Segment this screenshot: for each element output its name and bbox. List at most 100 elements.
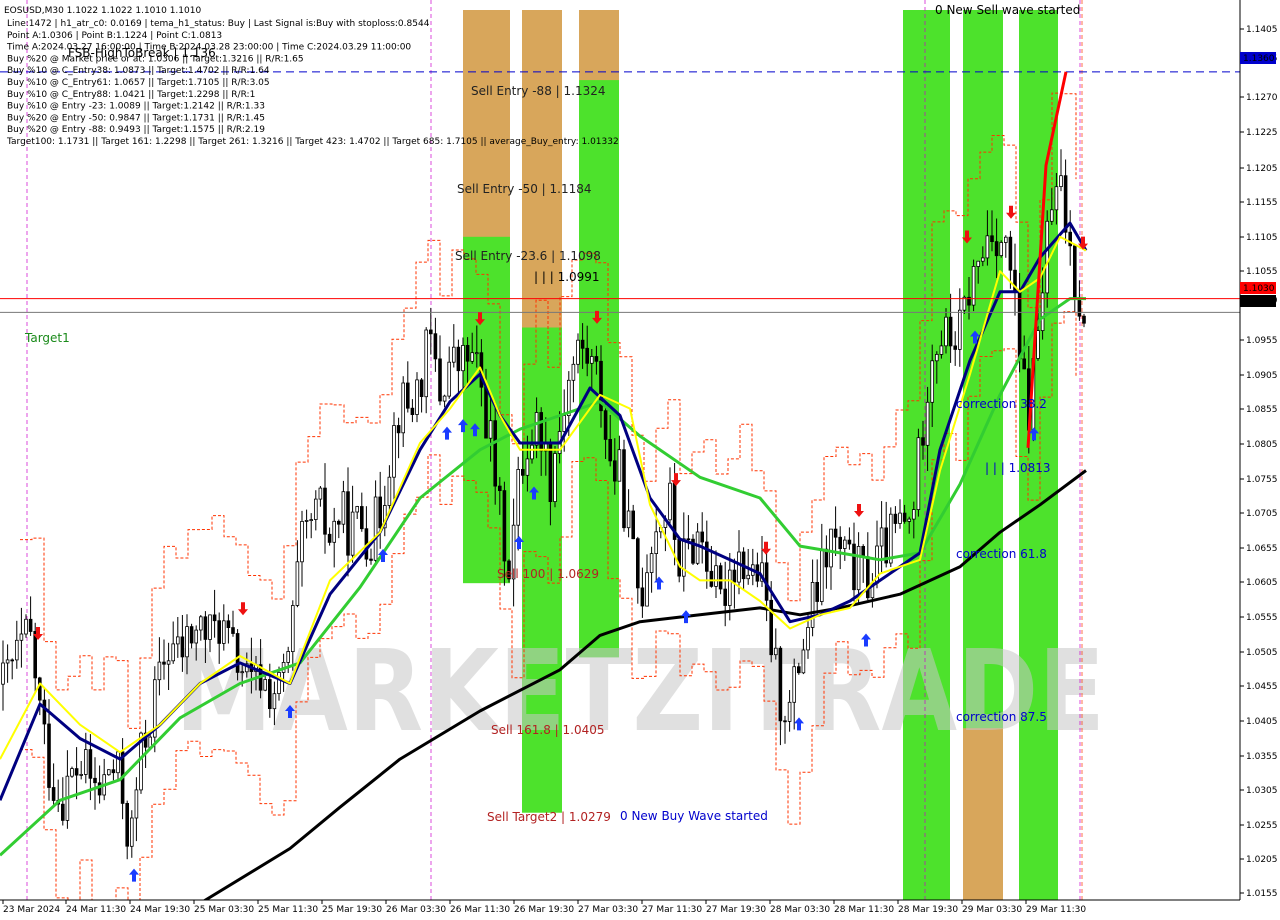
symbol-header: EOSUSD,M30 1.1022 1.1022 1.1010 1.1010 (4, 6, 201, 16)
info-line: Buy %10 @ C_Entry88: 1.0421 || Target:1.… (7, 90, 255, 100)
time-tick-label: 29 Mar 03:30 (962, 905, 1022, 915)
candle-body (341, 491, 346, 525)
candle-body (571, 363, 576, 381)
candle-body (47, 723, 51, 788)
candle-body (797, 666, 801, 674)
annotation-label: Target1 (24, 331, 70, 345)
candle-body (686, 538, 691, 541)
price-tick-label: 1.1155 (1246, 198, 1278, 208)
price-tag-label: 1.1010 (1243, 297, 1275, 307)
zone-bull-4 (579, 10, 619, 658)
candle-body (107, 769, 111, 776)
price-tick-label: 1.0305 (1246, 786, 1278, 796)
candle-body (1008, 236, 1013, 271)
candle-body (392, 425, 396, 478)
candle-body (976, 260, 980, 267)
candle-body (79, 774, 84, 776)
candle-body (5, 659, 10, 664)
candle-body (985, 235, 990, 259)
candle-body (801, 649, 806, 674)
candle-body (180, 636, 185, 658)
time-tick-label: 26 Mar 11:30 (450, 905, 510, 915)
candle-body (613, 460, 617, 482)
annotation-label: Sell Entry -88 | 1.1324 (471, 84, 605, 98)
time-tick-label: 23 Mar 2024 (3, 905, 60, 915)
annotation-label: Sell 161.8 | 1.0405 (491, 723, 605, 737)
candle-body (576, 339, 580, 365)
candle-body (939, 345, 944, 355)
candle-body (465, 344, 470, 362)
candle-body (1059, 175, 1063, 187)
candle-body (723, 588, 727, 606)
candle-body (221, 620, 226, 644)
candle-body (806, 627, 810, 651)
candle-body (1045, 220, 1050, 294)
candle-body (567, 379, 571, 416)
candle-body (470, 352, 474, 362)
candle-body (447, 361, 451, 397)
candle-body (787, 701, 792, 722)
candle-body (203, 616, 208, 640)
candle-body (594, 356, 599, 362)
candle-body (861, 546, 865, 558)
candle-body (405, 382, 410, 409)
time-tick-label: 28 Mar 03:30 (770, 905, 830, 915)
candle-body (369, 558, 373, 561)
candle-body (953, 345, 957, 350)
buy-arrow-icon (129, 868, 139, 882)
candle-body (502, 490, 507, 562)
annotation-label: | | | 1.0991 (534, 270, 600, 284)
candle-body (474, 352, 479, 355)
candle-body (838, 536, 842, 549)
info-line: Buy %20 @ Entry -50: 0.9847 || Target:1.… (7, 113, 265, 123)
candle-body (424, 329, 428, 398)
candle-body (898, 512, 902, 524)
candle-body (189, 626, 194, 644)
candle-body (212, 614, 217, 622)
price-tick-label: 1.0405 (1246, 717, 1278, 727)
price-chart: MARKETZITRADE 0 New Sell wave startedSel… (0, 0, 1280, 920)
time-tick-label: 25 Mar 11:30 (258, 905, 318, 915)
candle-body (1073, 245, 1077, 299)
time-tick-label: 27 Mar 03:30 (578, 905, 638, 915)
candle-body (488, 420, 493, 439)
candle-body (217, 620, 222, 644)
candle-body (14, 639, 19, 661)
candle-body (962, 296, 967, 311)
price-axis-background (1240, 0, 1280, 920)
candle-body (580, 339, 585, 349)
candle-body (820, 548, 824, 602)
candle-body (737, 551, 741, 583)
price-tick-label: 1.1055 (1246, 267, 1278, 277)
candle-body (162, 661, 166, 665)
price-tick-label: 1.0705 (1246, 509, 1278, 519)
price-tick-label: 1.1105 (1246, 233, 1278, 243)
price-tick-label: 1.1205 (1246, 164, 1278, 174)
candle-body (93, 777, 97, 784)
candle-body (548, 442, 553, 502)
candle-body (636, 538, 640, 589)
candle-body (728, 569, 732, 606)
time-tick-label: 26 Mar 19:30 (514, 905, 574, 915)
candle-body (74, 768, 79, 776)
candle-body (645, 572, 649, 607)
price-tick-label: 1.0355 (1246, 752, 1278, 762)
candle-body (231, 627, 235, 634)
candle-body (1063, 175, 1068, 233)
time-tick-label: 28 Mar 19:30 (898, 905, 958, 915)
candle-body (746, 574, 750, 580)
price-tick-label: 1.0205 (1246, 855, 1278, 865)
candle-body (51, 787, 56, 801)
candle-body (415, 379, 419, 415)
candle-body (272, 693, 277, 710)
sell-arrow-icon (854, 504, 864, 518)
candle-body (622, 449, 626, 529)
candle-body (88, 749, 93, 779)
buy-arrow-icon (442, 426, 452, 440)
candle-body (654, 531, 658, 554)
candle-body (497, 485, 502, 492)
candle-body (428, 329, 433, 335)
candle-body (226, 620, 231, 628)
annotation-label: Sell Entry -50 | 1.1184 (457, 182, 591, 196)
candle-body (856, 546, 861, 591)
